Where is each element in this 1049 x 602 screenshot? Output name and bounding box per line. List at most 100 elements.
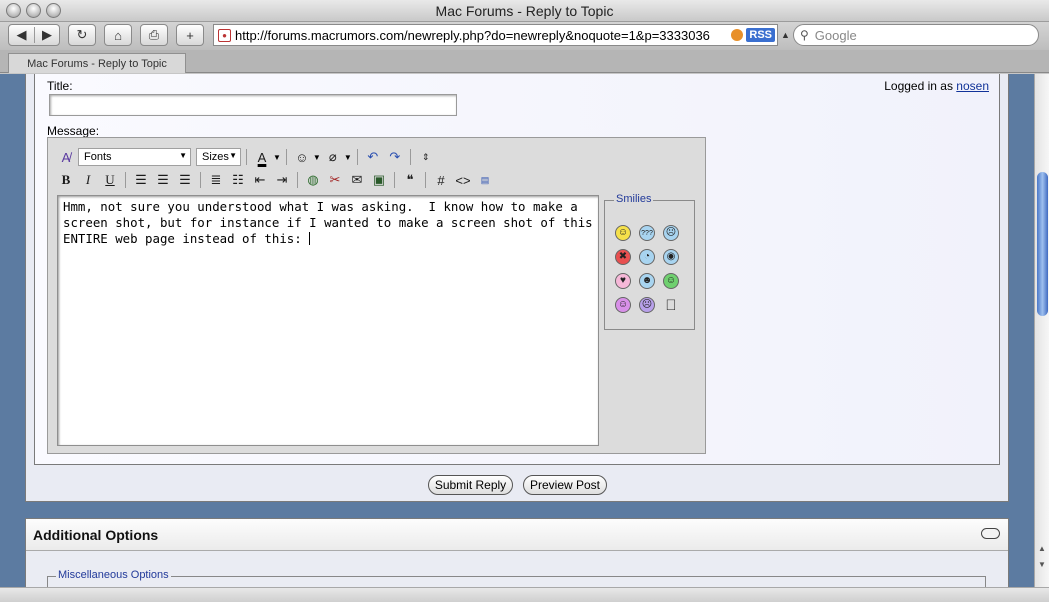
php-icon[interactable]: ▤	[475, 170, 495, 190]
message-text: Hmm, not sure you understood what I was …	[63, 199, 593, 246]
username-link[interactable]: nosen	[956, 79, 989, 93]
attachment-icon[interactable]: ⌀	[323, 147, 343, 167]
reply-panel: Title: Logged in as nosen Message: A̸ Fo…	[25, 74, 1009, 502]
snapback-icon[interactable]	[731, 29, 744, 41]
size-select[interactable]: Sizes ▼	[196, 148, 241, 166]
smilies-box: Smilies ☺ ??? ☹ ✖ ◔ ◉ ♥ ☻ ☺ ☺ ☹ 	[604, 193, 695, 330]
search-field[interactable]: ⚲ Google	[793, 24, 1039, 46]
url-dropdown-icon[interactable]: ▲	[781, 30, 790, 40]
address-url: http://forums.macrumors.com/newreply.php…	[235, 27, 710, 43]
underline-icon[interactable]: U	[100, 170, 120, 190]
chevron-down-icon[interactable]: ▼	[273, 153, 281, 162]
wysiwyg-editor: A̸ Fonts ▼ Sizes ▼ A ▼ ☺ ▼ ⌀ ▼ ↶ ↷ ⇕ B I…	[47, 137, 706, 454]
toolbar-divider	[200, 172, 201, 188]
scroll-up-arrow-icon[interactable]: ▲	[1038, 544, 1046, 553]
window-titlebar: Mac Forums - Reply to Topic	[0, 0, 1049, 22]
reload-button[interactable]: ↻	[68, 24, 96, 46]
code-icon[interactable]: <>	[453, 170, 473, 190]
font-select-value: Fonts	[84, 151, 112, 163]
tongue-icon[interactable]: ♥	[615, 273, 631, 289]
submit-reply-button[interactable]: Submit Reply	[428, 475, 513, 495]
remove-format-icon[interactable]: A̸	[56, 147, 76, 167]
indent-icon[interactable]: ⇥	[272, 170, 292, 190]
frown-icon[interactable]: ☹	[639, 297, 655, 313]
message-textarea[interactable]: Hmm, not sure you understood what I was …	[57, 195, 599, 446]
text-cursor	[309, 232, 311, 245]
undo-icon[interactable]: ↶	[363, 147, 383, 167]
horizontal-scrollbar[interactable]	[0, 587, 1049, 602]
print-button[interactable]: ⎙	[140, 24, 168, 46]
collapse-toggle-icon[interactable]	[981, 528, 1000, 539]
rss-button[interactable]: RSS	[746, 28, 775, 42]
browser-toolbar: ◀ ▶ ↻ ⌂ ⎙ + ● http://forums.macrumors.co…	[0, 22, 1049, 50]
back-forward-buttons: ◀ ▶	[8, 24, 60, 46]
size-select-value: Sizes	[202, 151, 229, 163]
editor-toolbar-row-2: B I U ☰ ☰ ☰ ≣ ☷ ⇤ ⇥ ◍ ✂ ✉ ▣ ❝ # <> ▤	[56, 170, 495, 190]
align-center-icon[interactable]: ☰	[153, 170, 173, 190]
toolbar-divider	[297, 172, 298, 188]
eek-icon[interactable]: ☹	[663, 225, 679, 241]
align-right-icon[interactable]: ☰	[175, 170, 195, 190]
tab-bar: Mac Forums - Reply to Topic	[0, 50, 1049, 73]
redo-icon[interactable]: ↷	[385, 147, 405, 167]
logged-in-prefix: Logged in as	[884, 79, 953, 93]
reply-form: Title: Logged in as nosen Message: A̸ Fo…	[34, 74, 1000, 465]
vertical-scrollbar[interactable]: ▲ ▼	[1034, 74, 1049, 587]
back-icon[interactable]: ◀	[9, 27, 34, 43]
chevron-down-icon: ▼	[179, 151, 187, 160]
cool-icon[interactable]: ◉	[663, 249, 679, 265]
biggrin-icon[interactable]: ☺	[663, 273, 679, 289]
tab-reply-to-topic[interactable]: Mac Forums - Reply to Topic	[8, 53, 186, 73]
search-icon: ⚲	[800, 28, 809, 42]
code-hash-icon[interactable]: #	[431, 170, 451, 190]
smile-icon[interactable]: ☺	[615, 225, 631, 241]
site-favicon-icon: ●	[218, 28, 231, 42]
resize-editor-icon[interactable]: ⇕	[416, 147, 436, 167]
toolbar-divider	[356, 149, 358, 165]
toolbar-divider	[394, 172, 395, 188]
scroll-down-arrow-icon[interactable]: ▼	[1038, 560, 1046, 569]
home-button[interactable]: ⌂	[104, 24, 132, 46]
smiley-icon[interactable]: ☺	[292, 147, 312, 167]
mad-icon[interactable]: ✖	[615, 249, 631, 265]
toolbar-divider	[285, 149, 287, 165]
italic-icon[interactable]: I	[78, 170, 98, 190]
unordered-list-icon[interactable]: ☷	[228, 170, 248, 190]
editor-toolbar-row-1: A̸ Fonts ▼ Sizes ▼ A ▼ ☺ ▼ ⌀ ▼ ↶ ↷ ⇕	[56, 147, 436, 167]
apple-icon[interactable]: 	[663, 297, 679, 313]
window-title: Mac Forums - Reply to Topic	[435, 3, 614, 19]
align-left-icon[interactable]: ☰	[131, 170, 151, 190]
quote-icon[interactable]: ❝	[400, 170, 420, 190]
plus-icon: +	[186, 27, 194, 43]
toolbar-divider	[425, 172, 426, 188]
wink-icon[interactable]: ☻	[639, 273, 655, 289]
smilies-grid: ☺ ??? ☹ ✖ ◔ ◉ ♥ ☻ ☺ ☺ ☹ 	[615, 225, 679, 313]
smilies-legend: Smilies	[614, 193, 654, 205]
vertical-scroll-thumb[interactable]	[1037, 172, 1048, 316]
address-bar[interactable]: ● http://forums.macrumors.com/newreply.p…	[213, 24, 778, 46]
title-label: Title:	[47, 79, 73, 93]
add-bookmark-button[interactable]: +	[176, 24, 204, 46]
chevron-down-icon: ▼	[229, 151, 237, 160]
reload-icon: ↻	[76, 27, 88, 42]
rolleyes-icon[interactable]: ◔	[639, 249, 655, 265]
chevron-down-icon[interactable]: ▼	[344, 153, 352, 162]
insert-image-icon[interactable]: ▣	[369, 170, 389, 190]
remove-link-icon[interactable]: ✂	[325, 170, 345, 190]
preview-post-button[interactable]: Preview Post	[523, 475, 607, 495]
embarrassed-icon[interactable]: ☺	[615, 297, 631, 313]
forward-icon[interactable]: ▶	[34, 27, 59, 43]
toolbar-divider	[246, 149, 247, 165]
confused-icon[interactable]: ???	[639, 225, 655, 241]
logged-in-status: Logged in as nosen	[884, 79, 989, 93]
title-input[interactable]	[49, 94, 457, 116]
insert-link-icon[interactable]: ◍	[303, 170, 323, 190]
chevron-down-icon[interactable]: ▼	[313, 153, 321, 162]
message-label: Message:	[47, 124, 100, 138]
ordered-list-icon[interactable]: ≣	[206, 170, 226, 190]
font-select[interactable]: Fonts ▼	[78, 148, 191, 166]
font-color-icon[interactable]: A	[252, 147, 272, 167]
insert-email-icon[interactable]: ✉	[347, 170, 367, 190]
bold-icon[interactable]: B	[56, 170, 76, 190]
outdent-icon[interactable]: ⇤	[250, 170, 270, 190]
